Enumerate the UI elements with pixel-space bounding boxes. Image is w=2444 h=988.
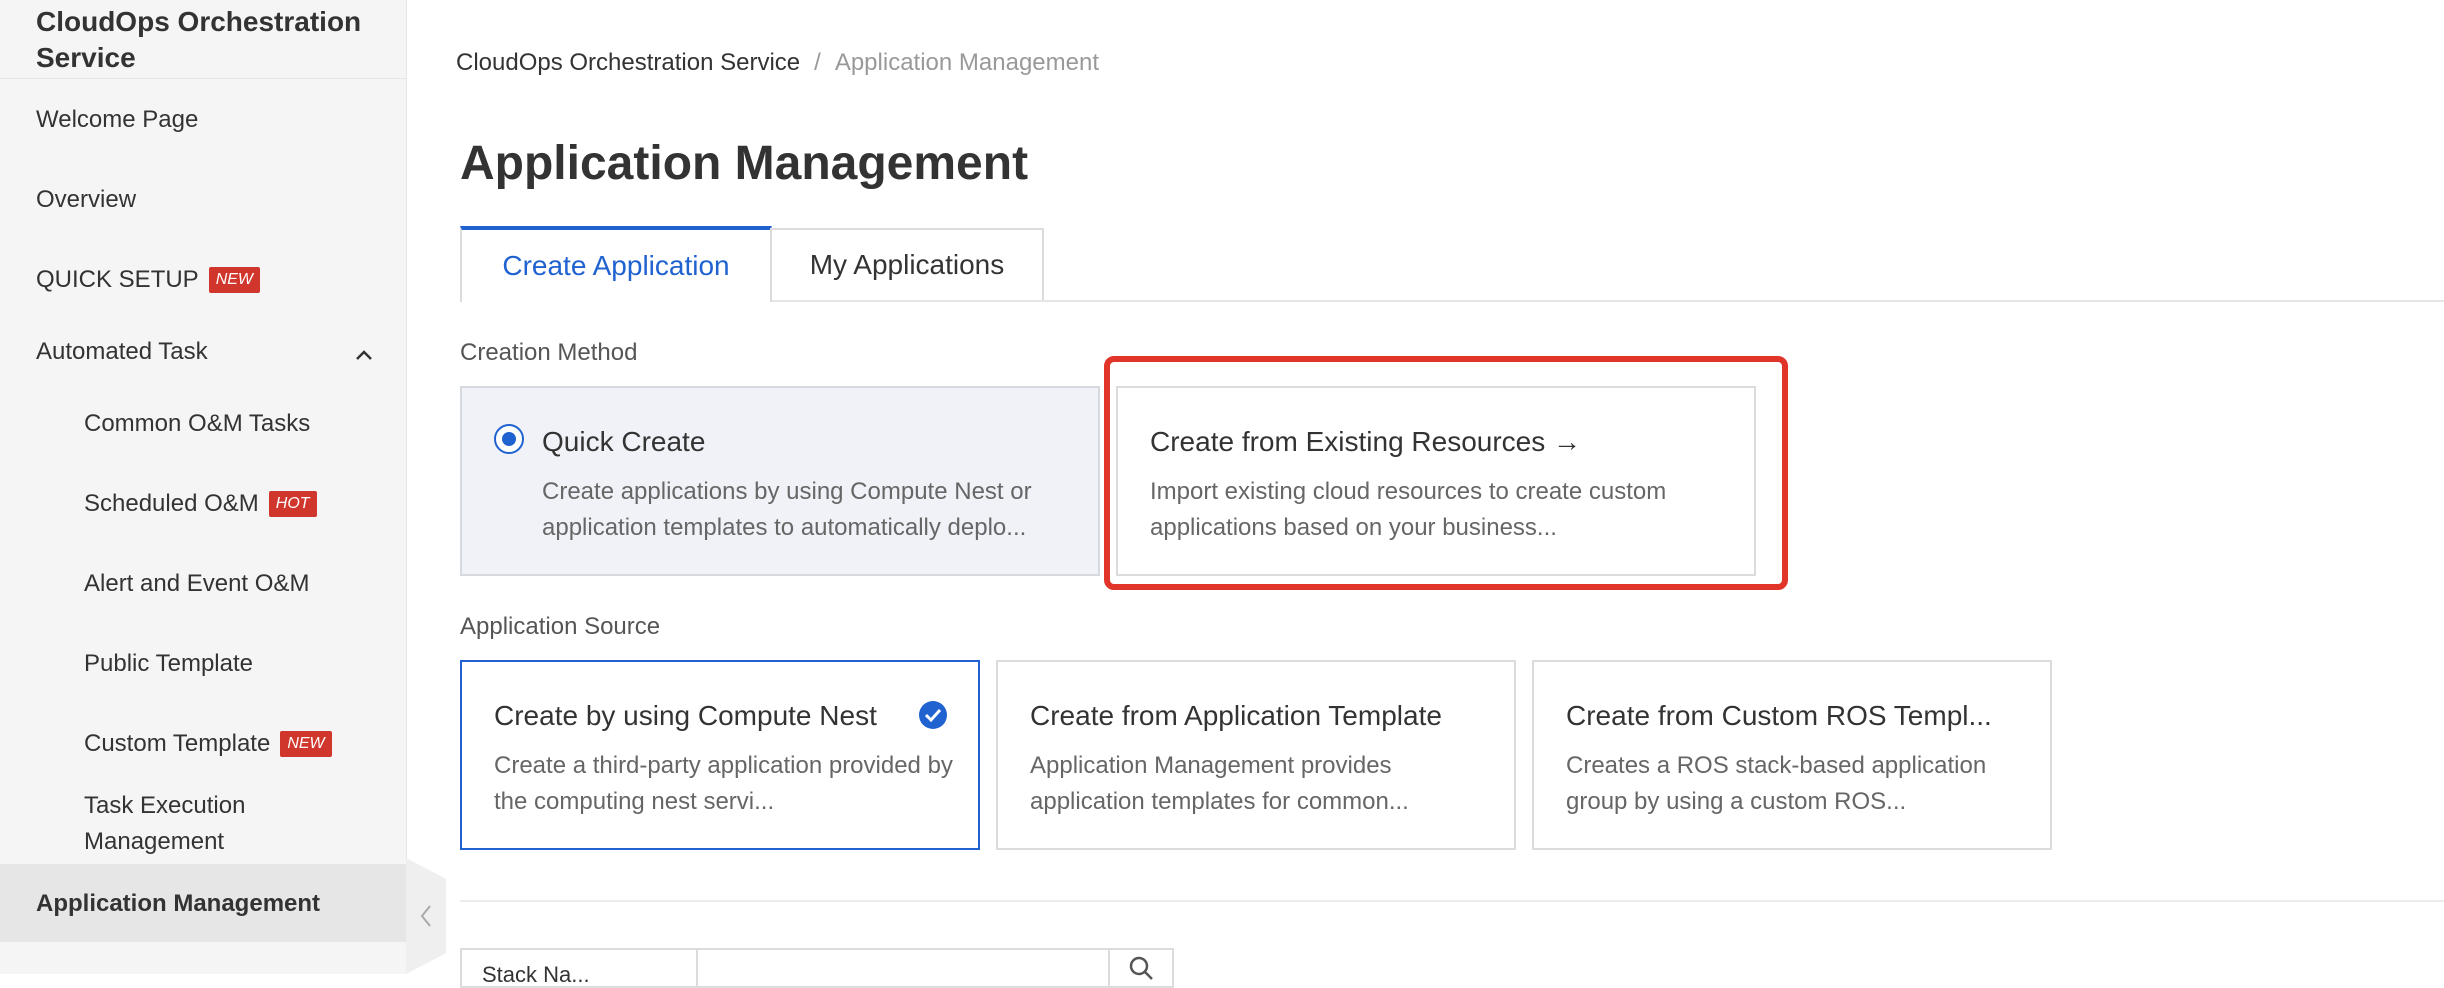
- sidebar-item-public-template[interactable]: Public Template: [84, 646, 253, 682]
- sidebar-item-common-om-tasks[interactable]: Common O&M Tasks: [84, 406, 310, 442]
- radio-selected-icon[interactable]: [494, 424, 524, 454]
- new-badge: NEW: [208, 267, 261, 293]
- search-field-select[interactable]: Stack Na...: [462, 950, 698, 986]
- sidebar-item-label: Automated Task: [36, 338, 208, 365]
- search-button[interactable]: [1110, 950, 1172, 986]
- section-divider: [460, 900, 2444, 902]
- application-source-label: Application Source: [460, 613, 661, 640]
- card-title: Create from Application Template: [1030, 700, 1442, 731]
- application-template-card[interactable]: Create from Application Template Applica…: [996, 660, 1516, 850]
- breadcrumb: CloudOps Orchestration Service / Applicati…: [456, 46, 1099, 80]
- sidebar-item-overview[interactable]: Overview: [36, 182, 136, 218]
- sidebar-item-label: Overview: [36, 186, 137, 213]
- sidebar-item-label: Public Template: [84, 650, 253, 677]
- card-title: Create from Custom ROS Templ...: [1566, 700, 1992, 731]
- sidebar-item-quick-setup[interactable]: QUICK SETUP NEW: [36, 262, 261, 298]
- sidebar-item-welcome-page[interactable]: Welcome Page: [36, 102, 198, 138]
- breadcrumb-current: Application Management: [834, 49, 1099, 76]
- sidebar-item-label: Scheduled O&M: [84, 490, 259, 517]
- sidebar-item-label: Welcome Page: [36, 106, 199, 133]
- sidebar-item-label: Alert and Event O&M: [84, 570, 310, 597]
- sidebar-item-label: Custom Template: [84, 730, 271, 757]
- sidebar-item-scheduled-om[interactable]: Scheduled O&M HOT: [84, 486, 317, 522]
- sidebar-item-label: QUICK SETUP: [36, 266, 199, 293]
- tab-create-application[interactable]: Create Application: [460, 226, 772, 302]
- breadcrumb-root[interactable]: CloudOps Orchestration Service: [456, 49, 800, 76]
- custom-ros-template-card[interactable]: Create from Custom ROS Templ... Creates …: [1532, 660, 2052, 850]
- check-circle-icon: [919, 701, 947, 729]
- sidebar-item-label: Task Execution Management: [84, 792, 246, 855]
- sidebar-divider: [0, 78, 406, 79]
- breadcrumb-separator: /: [814, 49, 821, 76]
- highlight-box: [1104, 356, 1788, 590]
- chevron-left-icon: [420, 905, 431, 927]
- sidebar-collapse-toggle[interactable]: [406, 858, 446, 974]
- sidebar-item-automated-task[interactable]: Automated Task: [36, 334, 208, 370]
- app-title: CloudOps Orchestration Service: [36, 6, 362, 73]
- card-title: Quick Create: [542, 426, 706, 457]
- card-title: Create by using Compute Nest: [494, 700, 877, 731]
- compute-nest-card[interactable]: Create by using Compute Nest Create a th…: [460, 660, 980, 850]
- sidebar-item-label: Application Management: [36, 890, 321, 917]
- sidebar-item-label: Common O&M Tasks: [84, 410, 311, 437]
- card-description: Create a third-party application provide…: [494, 752, 953, 815]
- chevron-up-icon[interactable]: [352, 344, 376, 368]
- search-bar: Stack Na...: [460, 948, 1174, 988]
- quick-create-card[interactable]: Quick Create Create applications by usin…: [460, 386, 1100, 576]
- tab-label: Create Application: [502, 250, 730, 281]
- search-input[interactable]: [698, 950, 1110, 986]
- tab-my-applications[interactable]: My Applications: [770, 228, 1044, 300]
- sidebar-item-custom-template[interactable]: Custom Template NEW: [84, 726, 332, 762]
- creation-method-label: Creation Method: [460, 339, 638, 366]
- sidebar-item-task-execution-management[interactable]: Task Execution Management: [84, 788, 324, 860]
- sidebar-item-alert-event-om[interactable]: Alert and Event O&M: [84, 566, 309, 602]
- hot-badge: HOT: [268, 491, 317, 517]
- tab-label: My Applications: [809, 249, 1005, 280]
- search-icon: [1129, 956, 1153, 980]
- page-title: Application Management: [460, 137, 1029, 190]
- card-description: Create applications by using Compute Nes…: [542, 478, 1032, 541]
- sidebar: CloudOps Orchestration Service Welcome P…: [0, 0, 407, 974]
- card-description: Creates a ROS stack-based application gr…: [1566, 752, 1987, 815]
- card-description: Application Management provides applicat…: [1030, 752, 1409, 815]
- new-badge: NEW: [280, 731, 332, 757]
